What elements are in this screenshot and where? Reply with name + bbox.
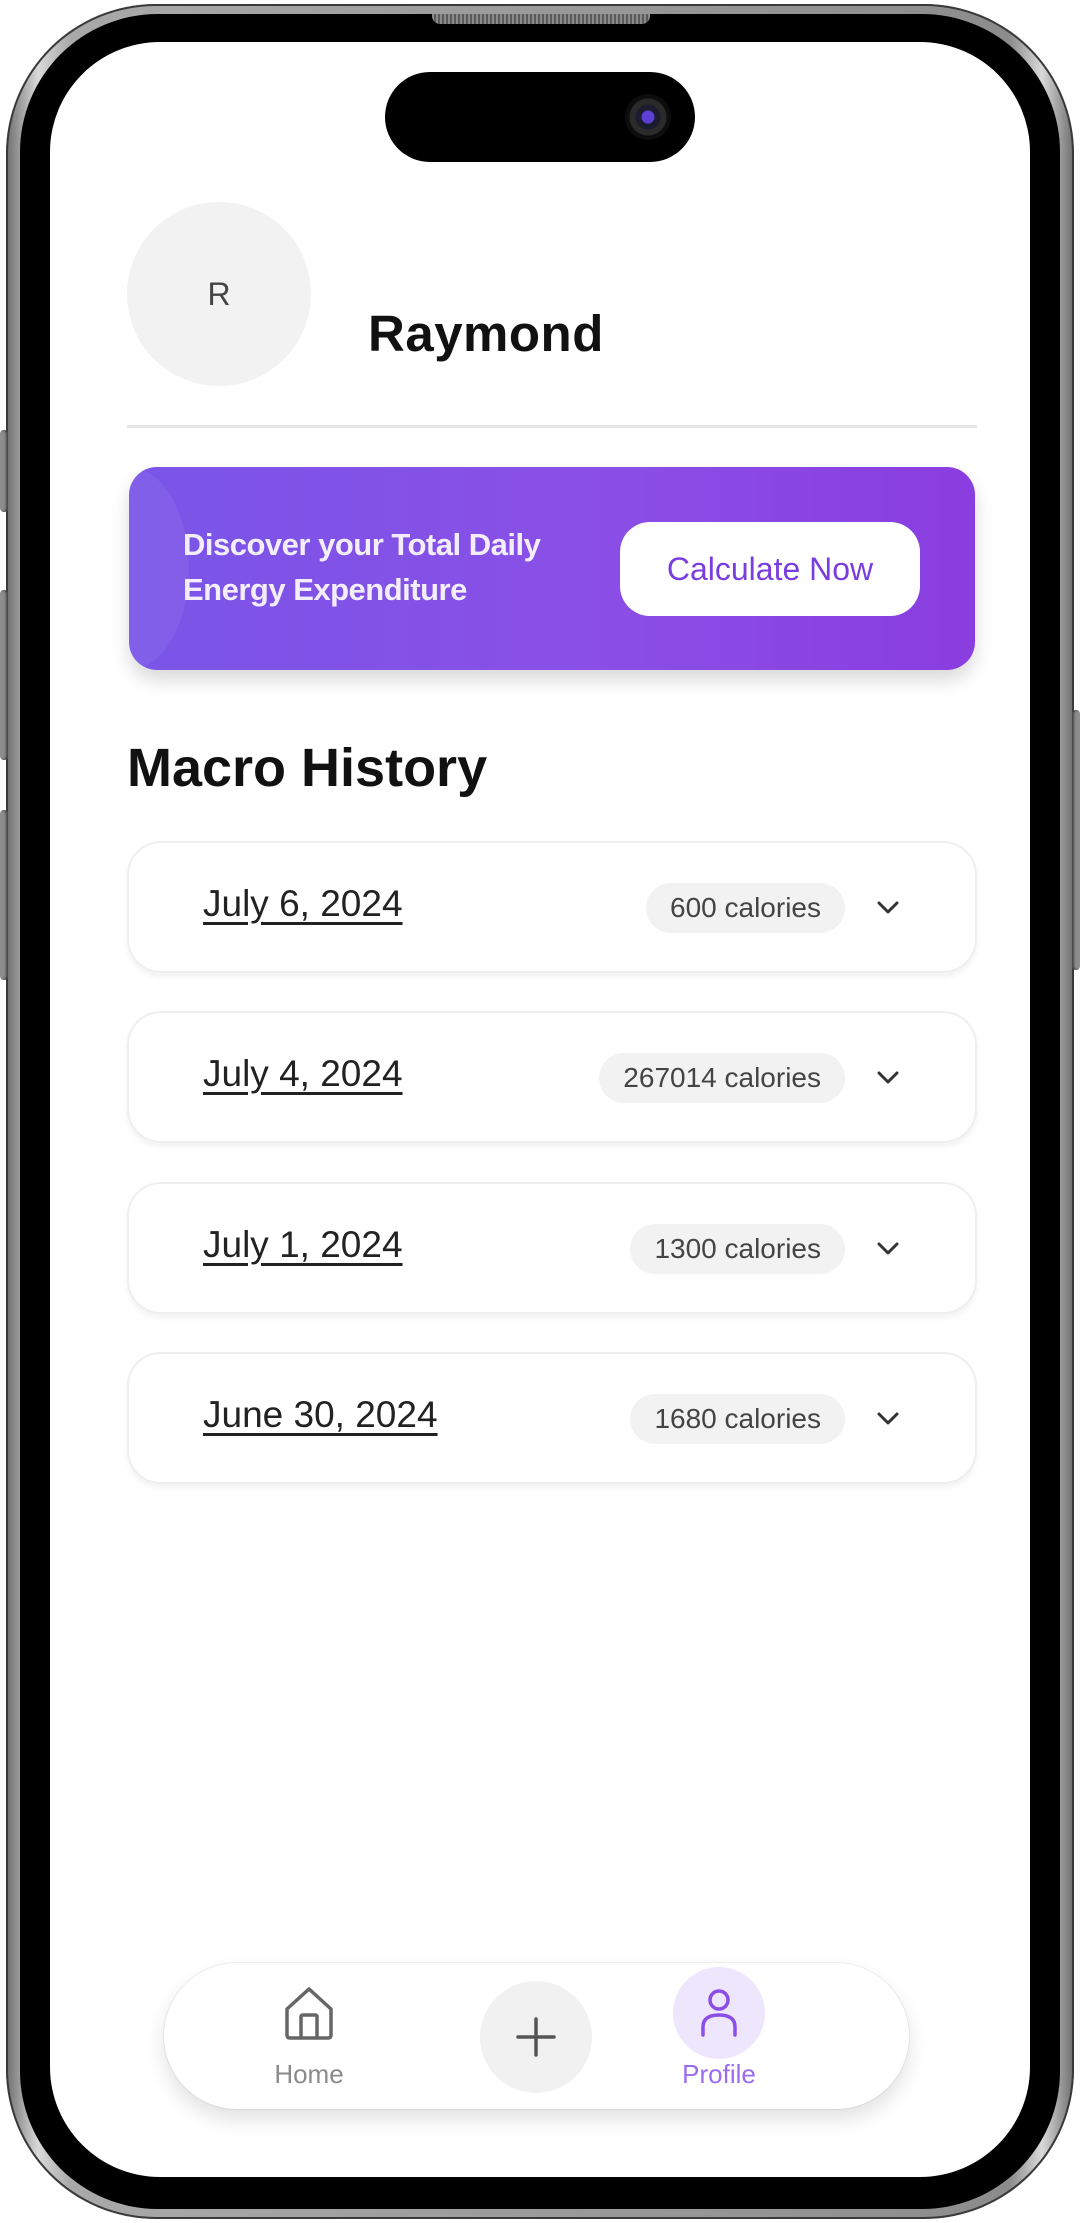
add-entry-button[interactable] (480, 1981, 592, 2093)
calculate-now-button[interactable]: Calculate Now (620, 522, 920, 616)
nav-home-icon-wrap (263, 1967, 355, 2059)
section-title: Macro History (127, 738, 488, 798)
bottom-nav: Home Profile (164, 1963, 909, 2109)
plus-icon (516, 2017, 556, 2057)
chevron-down-icon[interactable] (873, 1234, 903, 1264)
chevron-down-icon[interactable] (873, 1404, 903, 1434)
front-camera-icon (625, 94, 671, 140)
avatar-initial: R (207, 275, 231, 312)
chevron-down-icon[interactable] (873, 1063, 903, 1093)
nav-profile-label: Profile (682, 2059, 756, 2089)
history-card[interactable]: July 1, 2024 1300 calories (127, 1182, 977, 1314)
calories-badge: 1300 calories (630, 1224, 845, 1274)
banner-text: Discover your Total Daily Energy Expendi… (183, 527, 541, 607)
nav-home-label: Home (274, 2059, 344, 2089)
history-date-link[interactable]: July 4, 2024 (203, 1053, 403, 1095)
screen: R Raymond Discover your Total Daily Ener… (50, 42, 1030, 2177)
calories-badge: 1680 calories (630, 1394, 845, 1444)
volume-up-button (0, 590, 8, 760)
history-card[interactable]: July 4, 2024 267014 calories (127, 1011, 977, 1143)
volume-down-button (0, 810, 8, 980)
home-icon (285, 1987, 333, 2040)
action-button (0, 430, 8, 512)
history-card[interactable]: June 30, 2024 1680 calories (127, 1352, 977, 1484)
chevron-down-icon[interactable] (873, 893, 903, 923)
history-card[interactable]: July 6, 2024 600 calories (127, 841, 977, 973)
history-date-link[interactable]: July 6, 2024 (203, 883, 403, 925)
nav-profile[interactable]: Profile (664, 1963, 774, 2109)
calories-badge: 267014 calories (599, 1053, 845, 1103)
calories-badge: 600 calories (646, 883, 845, 933)
tdee-banner: Discover your Total Daily Energy Expendi… (129, 467, 975, 670)
avatar[interactable]: R (127, 202, 311, 386)
profile-name: Raymond (368, 305, 604, 362)
speaker-grille (432, 14, 650, 24)
history-date-link[interactable]: June 30, 2024 (203, 1394, 438, 1436)
dynamic-island (385, 72, 695, 162)
divider (127, 425, 977, 428)
banner-decoration (129, 467, 189, 670)
nav-home[interactable]: Home (254, 1963, 364, 2109)
power-button (1072, 710, 1080, 970)
nav-profile-icon-wrap (673, 1967, 765, 2059)
history-date-link[interactable]: July 1, 2024 (203, 1224, 403, 1266)
user-icon (701, 1989, 737, 2037)
